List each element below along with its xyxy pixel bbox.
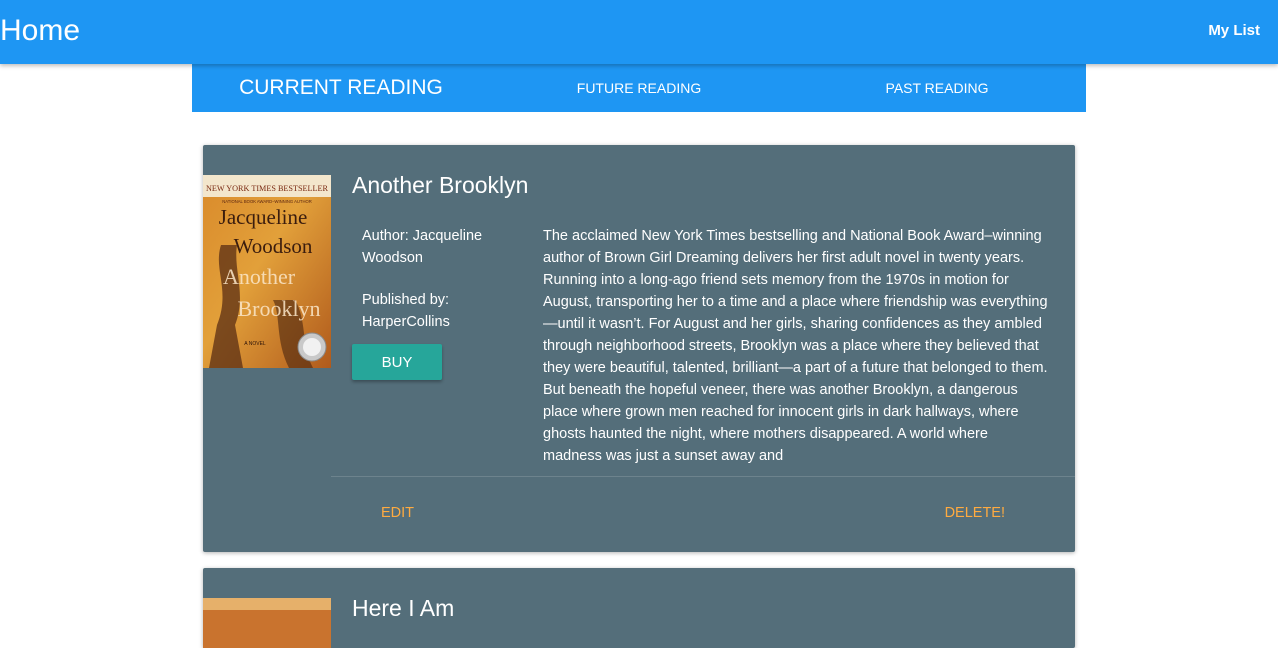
book-cover-image: NEW YORK TIMES BESTSELLER NATIONAL BOOK …	[203, 175, 331, 368]
app-bar: Home My List	[0, 0, 1278, 64]
book-author: Author: Jacqueline Woodson	[362, 228, 483, 266]
cover-tag: A NOVEL	[244, 341, 266, 347]
book-title: Here I Am	[352, 595, 455, 621]
cover-author-last: Woodson	[234, 234, 313, 258]
tab-current-reading[interactable]: CURRENT READING	[192, 64, 490, 112]
my-list-link[interactable]: My List	[1208, 22, 1260, 39]
cover-title-first: Another	[223, 264, 296, 289]
book-card: Here I Am	[203, 568, 1075, 648]
book-meta: Author: Jacqueline Woodson Published by:…	[362, 225, 522, 333]
book-title: Another Brooklyn	[352, 172, 529, 198]
cover-subbanner: NATIONAL BOOK AWARD–WINNING AUTHOR	[222, 199, 312, 204]
cover-author-first: Jacqueline	[219, 205, 308, 229]
cover-title-last: Brooklyn	[237, 296, 320, 321]
book-description: The acclaimed New York Times bestselling…	[543, 228, 1048, 464]
book-cover-image	[203, 598, 331, 648]
delete-button[interactable]: DELETE!	[945, 505, 1005, 521]
book-card: NEW YORK TIMES BESTSELLER NATIONAL BOOK …	[203, 145, 1075, 552]
tab-future-reading[interactable]: FUTURE READING	[490, 64, 788, 112]
reading-tabs: CURRENT READING FUTURE READING PAST READ…	[192, 64, 1086, 112]
app-title[interactable]: Home	[0, 12, 80, 50]
buy-button[interactable]: BUY	[352, 344, 442, 380]
book-publisher: Published by: HarperCollins	[362, 292, 450, 330]
card-divider	[331, 476, 1075, 477]
tab-past-reading[interactable]: PAST READING	[788, 64, 1086, 112]
cover-banner: NEW YORK TIMES BESTSELLER	[206, 184, 329, 193]
edit-button[interactable]: EDIT	[381, 505, 414, 521]
